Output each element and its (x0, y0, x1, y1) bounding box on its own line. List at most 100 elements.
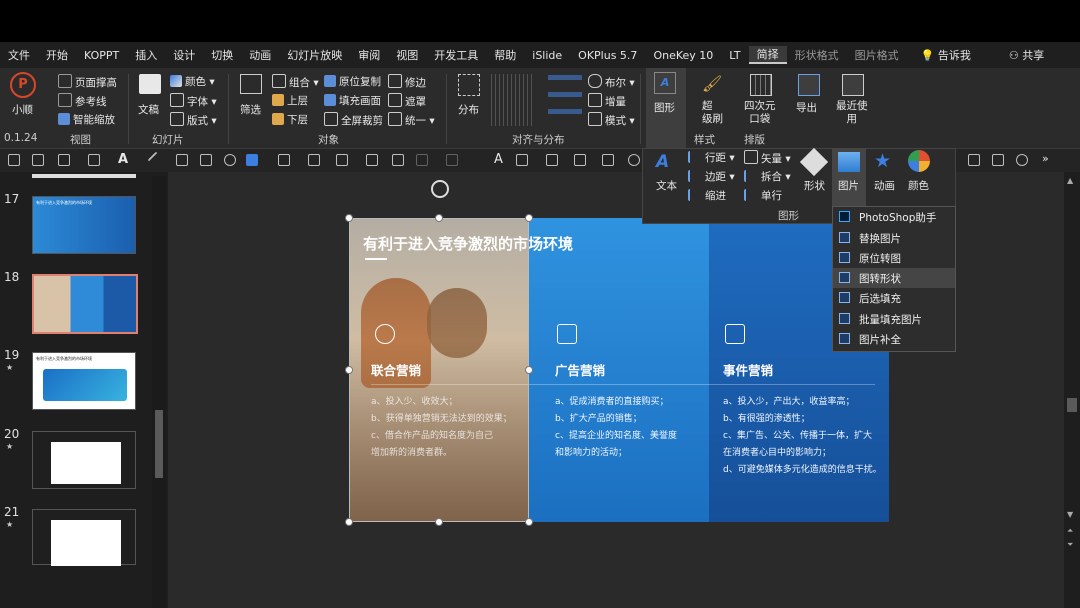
format-painter-icon[interactable] (546, 154, 558, 166)
resize-handle[interactable] (345, 518, 353, 526)
batch-fill-images-item[interactable]: 批量填充图片 (833, 309, 955, 329)
resize-handle[interactable] (435, 518, 443, 526)
page-fit-checkbox[interactable]: 页面撑高 (58, 74, 117, 90)
slide-thumbnail-21[interactable] (32, 509, 136, 566)
tab-design[interactable]: 设计 (165, 47, 203, 63)
in-place-convert-item[interactable]: 原位转图 (833, 248, 955, 268)
align-grid-icon[interactable] (488, 74, 532, 126)
text-a-icon[interactable]: A (494, 152, 503, 167)
scroll-thumb[interactable] (1067, 398, 1077, 412)
indent-button[interactable]: 缩进 (688, 188, 726, 203)
tab-view[interactable]: 视图 (388, 47, 426, 63)
tab-picture-format[interactable]: 图片格式 (847, 47, 907, 63)
checkbox-icon[interactable] (88, 154, 100, 166)
resize-handle[interactable] (525, 518, 533, 526)
eyedropper-2-icon[interactable] (366, 154, 378, 166)
mode-button[interactable]: 模式 ▾ (588, 112, 635, 128)
align-arrows-icon[interactable] (548, 74, 582, 126)
tab-jianze[interactable]: 简择 (748, 46, 787, 64)
shapes-2-icon[interactable] (516, 154, 528, 166)
bucket-icon[interactable] (278, 154, 290, 166)
boolean-button[interactable]: 布尔 ▾ (588, 74, 635, 90)
next-slide-icon[interactable]: ⏷ (1067, 540, 1073, 550)
vector-button[interactable]: 矢量 ▾ (744, 150, 791, 166)
tab-home[interactable]: 开始 (38, 47, 76, 63)
tab-review[interactable]: 审阅 (350, 47, 388, 63)
brush-icon[interactable]: 🖌 (702, 74, 724, 94)
group-button[interactable]: 组合 ▾ (272, 74, 319, 90)
filter-icon[interactable] (240, 74, 262, 94)
tab-transitions[interactable]: 切换 (203, 47, 241, 63)
tab-lt[interactable]: LT (721, 49, 748, 62)
lock-icon[interactable] (8, 154, 20, 166)
tab-insert[interactable]: 插入 (127, 47, 165, 63)
resize-handle[interactable] (525, 366, 533, 374)
bring-forward-button[interactable]: 上层 (272, 93, 308, 108)
chart-icon[interactable] (392, 154, 404, 166)
line-color-icon[interactable] (336, 154, 348, 166)
shapes-icon[interactable] (200, 154, 212, 166)
more-icon[interactable]: » (1042, 152, 1049, 165)
split-merge-button[interactable]: 拆合 ▾ (744, 169, 791, 184)
tab-developer[interactable]: 开发工具 (426, 47, 486, 63)
animation-button[interactable]: 动画 (874, 178, 895, 193)
line-spacing-button[interactable]: 行距 ▾ (688, 150, 735, 165)
distribute-icon[interactable] (458, 74, 480, 96)
guides-checkbox[interactable]: 参考线 (58, 93, 107, 109)
link-icon[interactable] (416, 154, 428, 166)
photoshop-helper-item[interactable]: PhotoShop助手 (833, 207, 955, 227)
crop-icon[interactable] (32, 154, 44, 166)
mask-button[interactable]: 遮罩 (388, 93, 426, 109)
single-line-button[interactable]: 单行 (744, 188, 782, 203)
down-arrow-icon[interactable] (968, 154, 980, 166)
textbox-icon[interactable] (58, 154, 70, 166)
tell-me-button[interactable]: 💡 告诉我 (913, 47, 979, 63)
pocket-icon[interactable] (750, 74, 772, 96)
unify-button[interactable]: 统一 ▾ (388, 112, 435, 128)
tab-slideshow[interactable]: 幻灯片放映 (279, 47, 350, 63)
tab-file[interactable]: 文件 (0, 47, 38, 63)
tab-islide[interactable]: iSlide (524, 49, 570, 62)
text-button[interactable]: 文本 (656, 178, 677, 193)
tab-onekey[interactable]: OneKey 10 (645, 49, 721, 62)
replace-image-item[interactable]: 替换图片 (833, 228, 955, 248)
document-icon[interactable] (139, 74, 161, 94)
slide-thumbnail-17[interactable]: 有利于进入竞争激烈的市场环境 (32, 196, 136, 254)
slide-thumbnail-19[interactable]: 有利于进入竞争激烈的市场环境 (32, 352, 136, 410)
tab-shape-format[interactable]: 形状格式 (787, 47, 847, 63)
scroll-down-icon[interactable]: ▼ (1067, 510, 1077, 520)
prev-slide-icon[interactable]: ⏶ (1067, 526, 1073, 536)
shape-sub-button[interactable]: 形状 (804, 178, 825, 193)
scroll-up-icon[interactable]: ▲ (1067, 176, 1077, 186)
circle-2-icon[interactable] (1016, 154, 1028, 166)
tab-help[interactable]: 帮助 (486, 47, 524, 63)
send-backward-button[interactable]: 下层 (272, 112, 308, 127)
hash-icon[interactable] (176, 154, 188, 166)
font-color-icon[interactable]: A (118, 152, 128, 167)
color-button[interactable]: 颜色 (908, 178, 929, 193)
resize-handle[interactable] (525, 214, 533, 222)
eyedropper-icon[interactable] (308, 154, 320, 166)
resize-handle[interactable] (345, 366, 353, 374)
fill-color-icon[interactable] (246, 154, 258, 166)
image-completion-item[interactable]: 图片补全 (833, 329, 955, 349)
xiaoshun-logo-icon[interactable]: P (10, 72, 36, 98)
thumbnail-scroll-thumb[interactable] (155, 410, 163, 478)
slide-thumbnail-20[interactable] (32, 431, 136, 489)
tab-animations[interactable]: 动画 (241, 47, 279, 63)
image-icon[interactable] (602, 154, 614, 166)
thumbnail-scrollbar[interactable] (152, 176, 166, 608)
increment-button[interactable]: 增量 (588, 93, 626, 109)
export-icon[interactable] (798, 74, 820, 96)
margin-button[interactable]: 边距 ▾ (688, 169, 735, 184)
trim-edges-button[interactable]: 修边 (388, 74, 426, 90)
fill-canvas-button[interactable]: 填充画面 (324, 93, 381, 108)
post-fill-item[interactable]: 后选填充 (833, 288, 955, 308)
share-button[interactable]: ⚇ 共享 (1001, 47, 1052, 63)
rotate-handle-icon[interactable] (431, 180, 449, 198)
duplicate-in-place-button[interactable]: 原位复制 (324, 74, 381, 89)
image-to-shape-item[interactable]: 图转形状 (833, 268, 955, 288)
smart-zoom-button[interactable]: 智能缩放 (58, 112, 115, 127)
resize-handle[interactable] (345, 214, 353, 222)
tab-okplus[interactable]: OKPlus 5.7 (570, 49, 645, 62)
